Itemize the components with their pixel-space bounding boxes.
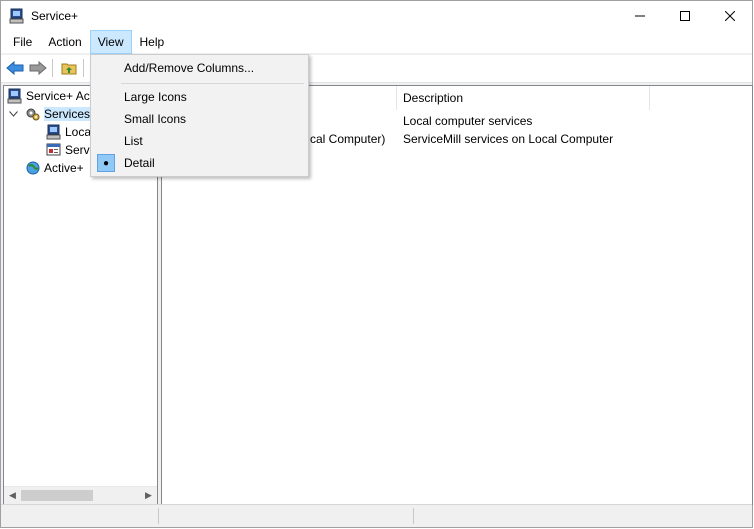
tree-item-label: Service+ Ac [26, 89, 90, 103]
minimize-icon [634, 15, 645, 17]
scroll-left-icon[interactable]: ◀ [4, 487, 21, 504]
list-row-name[interactable]: cal Computer) [310, 130, 385, 148]
tree-item-root[interactable]: Service+ Ac [7, 87, 90, 105]
column-header-description[interactable]: Description [397, 86, 650, 110]
app-computer-icon [9, 8, 25, 24]
network-globe-icon [25, 160, 41, 176]
menu-item-small-icons[interactable]: Small Icons [93, 108, 306, 130]
close-button[interactable] [707, 1, 752, 31]
toolbar-separator [83, 59, 84, 77]
gear-icon [25, 106, 41, 122]
tree-item-label: Serv [65, 143, 90, 157]
status-divider [158, 508, 159, 524]
tree-item-label: Loca [65, 125, 92, 139]
computer-icon [46, 124, 62, 140]
menu-item-list[interactable]: List [93, 130, 306, 152]
menu-item-detail[interactable]: ● Detail [93, 152, 306, 174]
menu-separator [121, 83, 304, 84]
status-divider [413, 508, 414, 524]
maximize-icon [679, 11, 690, 21]
back-button[interactable] [5, 59, 25, 77]
window-title: Service+ [31, 9, 79, 23]
selected-bullet-icon: ● [97, 154, 115, 172]
tree-item-label: Active+ [44, 161, 84, 175]
toolbar-separator [52, 59, 53, 77]
menu-item-large-icons[interactable]: Large Icons [93, 86, 306, 108]
up-folder-button[interactable] [59, 59, 79, 77]
status-bar [1, 504, 752, 527]
folder-up-icon [61, 63, 77, 75]
back-arrow-icon [6, 61, 24, 75]
tree-item-local[interactable]: Loca [46, 123, 91, 141]
list-row-description: Local computer services [403, 114, 533, 128]
horizontal-scrollbar[interactable]: ◀ ▶ [4, 486, 157, 504]
menu-item-label: Detail [124, 156, 155, 170]
menu-file[interactable]: File [5, 30, 40, 54]
tree-item-label: Services [44, 107, 91, 121]
scroll-right-icon[interactable]: ▶ [140, 487, 157, 504]
title-bar: Service+ [1, 1, 752, 31]
tree-item-services[interactable]: Services [25, 105, 91, 123]
view-menu-dropdown: Add/Remove Columns... Large Icons Small … [90, 54, 309, 177]
chevron-down-icon[interactable] [8, 105, 18, 123]
menu-action[interactable]: Action [40, 30, 89, 54]
scrollbar-thumb[interactable] [21, 490, 93, 501]
app-window: Service+ File Action View Help Service+ … [0, 0, 753, 528]
service-window-icon [46, 142, 62, 158]
minimize-button[interactable] [617, 1, 662, 31]
tree-item-active[interactable]: Active+ [25, 159, 84, 177]
forward-arrow-icon [29, 61, 47, 75]
list-row-description: ServiceMill services on Local Computer [403, 132, 614, 146]
menu-item-add-remove-columns[interactable]: Add/Remove Columns... [93, 57, 306, 79]
computer-icon [7, 88, 23, 104]
menu-view[interactable]: View [89, 30, 132, 54]
tree-item-servicemill[interactable]: Serv [46, 141, 90, 159]
menu-help[interactable]: Help [132, 30, 173, 54]
forward-button[interactable] [28, 59, 48, 77]
maximize-button[interactable] [662, 1, 707, 31]
menu-bar: File Action View Help [1, 30, 752, 54]
close-icon [724, 11, 735, 21]
